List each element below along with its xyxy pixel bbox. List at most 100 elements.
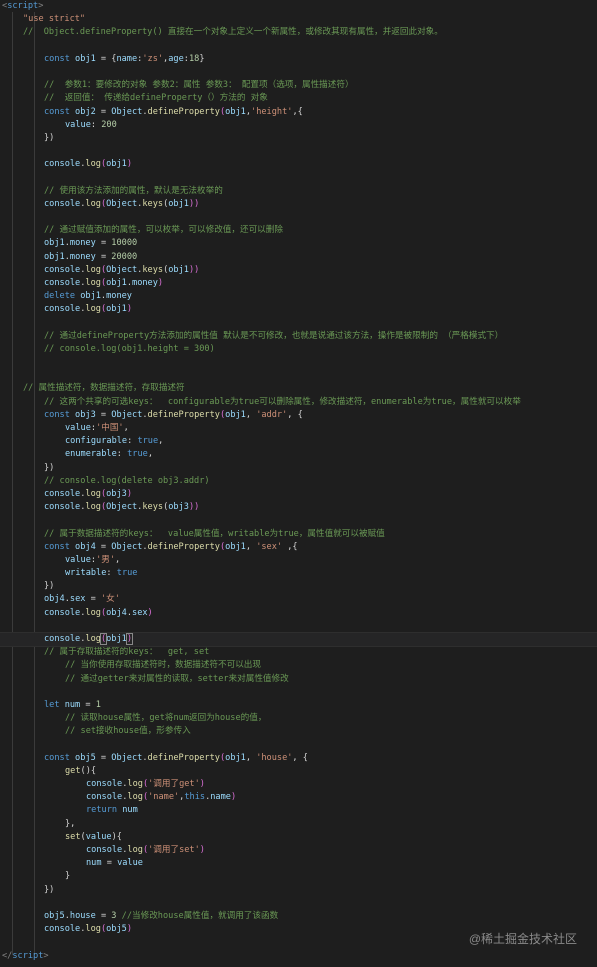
code-line[interactable]: console.log(Object.keys(obj1)) [0,198,597,211]
code-line[interactable]: }) [0,462,597,475]
code-line[interactable]: let num = 1 [0,699,597,712]
code-token: ) [125,633,134,645]
code-line[interactable]: console.log(obj4.sex) [0,607,597,620]
code-line[interactable]: value:'中国', [0,422,597,435]
code-line[interactable]: }) [0,884,597,897]
code-line[interactable]: }) [0,132,597,145]
code-line[interactable]: // 参数1：要修改的对象 参数2：属性 参数3： 配置项（选项，属性描述符） [0,79,597,92]
code-line[interactable] [0,211,597,224]
code-token: // 这两个共享的可选keys： configurable为true可以删除属性… [44,396,521,407]
code-line[interactable]: writable: true [0,567,597,580]
code-token: = [95,251,112,262]
code-line[interactable] [0,620,597,633]
code-token: = [101,858,118,869]
code-editor[interactable]: <script> "use strict" // Object.defineProp… [0,0,597,967]
code-line[interactable]: const obj3 = Object.defineProperty(obj1,… [0,409,597,422]
code-line[interactable]: console.log(Object.keys(obj3)) [0,501,597,514]
code-line[interactable] [0,356,597,369]
watermark: @稀土掘金技术社区 [468,932,577,946]
code-token: obj1 [106,159,127,170]
code-line[interactable] [0,317,597,330]
code-line[interactable]: obj5.house = 3 //当修改house属性值，就调用了该函数 [0,910,597,923]
code-token: defineProperty [147,541,220,552]
code-token: console [44,607,81,618]
code-line[interactable]: }) [0,580,597,593]
code-line[interactable]: // Object.defineProperty() 直接在一个对象上定义一个新… [0,26,597,39]
code-line[interactable] [0,40,597,53]
code-token: "use strict" [23,14,86,25]
code-line[interactable] [0,739,597,752]
code-line[interactable]: } [0,870,597,883]
code-line[interactable]: <script> [0,0,597,13]
code-line[interactable]: // 属于数据描述符的keys： value属性值，writable为true，… [0,528,597,541]
code-line[interactable]: "use strict" [0,13,597,26]
code-line[interactable]: // 通过赋值添加的属性，可以枚举，可以修改值，还可以删除 [0,224,597,237]
code-token: ,{ [282,541,298,552]
code-line[interactable]: const obj1 = {name:'zs',age:18} [0,53,597,66]
code-line[interactable]: value: 200 [0,119,597,132]
code-token: obj1 [225,541,246,552]
code-token: Object [111,409,143,420]
code-token: // 属于数据描述符的keys： value属性值，writable为true，… [44,528,385,539]
code-line[interactable] [0,514,597,527]
code-line[interactable]: num = value [0,857,597,870]
code-line[interactable]: console.log(obj1) [0,631,597,648]
code-line[interactable]: obj1.money = 20000 [0,251,597,264]
code-line[interactable]: </script> [0,950,597,963]
code-line[interactable]: // 通过getter来对属性的读取，setter来对属性值修改 [0,673,597,686]
code-line[interactable]: obj4.sex = '女' [0,593,597,606]
code-line[interactable]: set(value){ [0,831,597,844]
code-line[interactable]: // 通过defineProperty方法添加的属性值 默认是不可修改，也就是说… [0,330,597,343]
code-token: // 返回值： 传递给defineProperty（）方法的 对象 [44,93,268,104]
code-line[interactable]: console.log(obj3) [0,488,597,501]
code-token: num [64,699,81,710]
code-line[interactable]: // 属性描述符，数据描述符，存取描述符 [0,382,597,395]
code-token: num [86,858,102,869]
code-token: 18 [188,53,200,64]
code-token: // 参数1：要修改的对象 参数2：属性 参数3： 配置项（选项，属性描述符） [44,80,354,91]
code-line[interactable]: console.log(Object.keys(obj1)) [0,264,597,277]
code-line[interactable]: const obj5 = Object.defineProperty(obj1,… [0,752,597,765]
code-line[interactable]: // console.log(delete obj3.addr) [0,475,597,488]
code-line[interactable]: enumerable: true, [0,448,597,461]
code-line[interactable]: console.log('调用了set') [0,844,597,857]
code-line[interactable]: console.log(obj1) [0,303,597,316]
code-line[interactable]: // 当你使用存取描述符时，数据描述符不可以出现 [0,659,597,672]
code-line[interactable]: console.log('调用了get') [0,778,597,791]
code-lines[interactable]: <script> "use strict" // Object.defineProp… [0,0,597,963]
code-line[interactable]: console.log(obj1.money) [0,277,597,290]
code-line[interactable]: const obj4 = Object.defineProperty(obj1,… [0,541,597,554]
code-line[interactable]: // 读取house属性，get将num返回为house的值， [0,712,597,725]
code-line[interactable]: // 返回值： 传递给defineProperty（）方法的 对象 [0,92,597,105]
code-line[interactable] [0,66,597,79]
code-line[interactable] [0,369,597,382]
code-line[interactable]: return num [0,804,597,817]
code-token: ,{ [292,106,303,117]
code-line[interactable] [0,145,597,158]
code-token: = [95,541,112,552]
code-token: log [85,488,101,499]
code-line[interactable]: get(){ [0,765,597,778]
code-line[interactable]: console.log('name',this.name) [0,791,597,804]
code-line[interactable]: }, [0,818,597,831]
code-token: value [65,554,91,565]
code-line[interactable]: delete obj1.money [0,290,597,303]
code-line[interactable]: const obj2 = Object.defineProperty(obj1,… [0,106,597,119]
code-token: log [127,845,143,855]
code-line[interactable]: configurable: true, [0,435,597,448]
code-line[interactable]: // set接收house值，形参传入 [0,725,597,738]
code-line[interactable]: // 使用该方法添加的属性，默认是无法枚举的 [0,185,597,198]
code-token: , [147,449,153,460]
code-token: }) [44,884,55,895]
code-line[interactable]: obj1.money = 10000 [0,237,597,250]
code-line[interactable]: // 这两个共享的可选keys： configurable为true可以删除属性… [0,396,597,409]
code-line[interactable] [0,897,597,910]
code-token: ) [126,304,133,315]
code-line[interactable] [0,171,597,184]
code-line[interactable]: // 属于存取描述符的keys： get, set [0,646,597,659]
code-line[interactable]: // console.log(obj1.height = 300) [0,343,597,356]
code-line[interactable] [0,686,597,699]
code-line[interactable]: value:'男', [0,554,597,567]
code-token: obj5 [44,910,65,921]
code-line[interactable]: console.log(obj1) [0,158,597,171]
